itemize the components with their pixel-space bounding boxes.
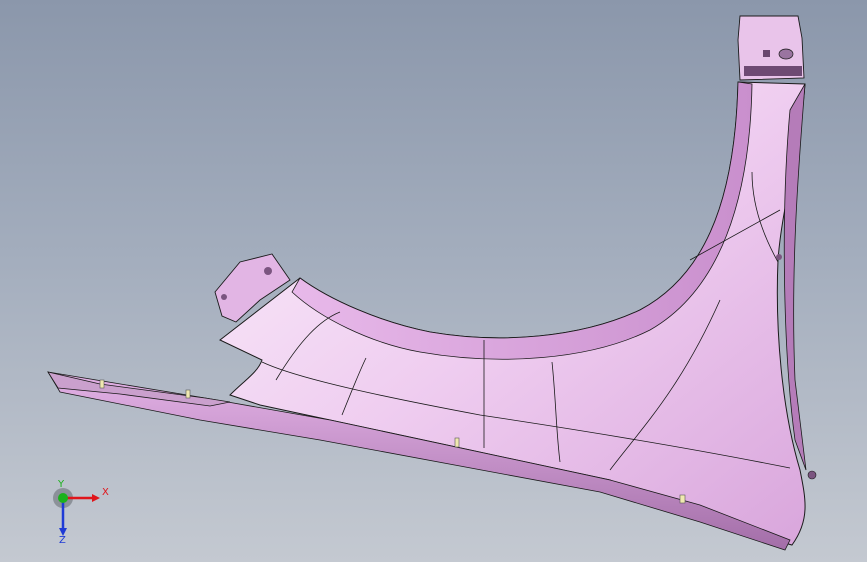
side-flange bbox=[783, 83, 807, 471]
top-mount-screw bbox=[763, 50, 770, 57]
left-mount-hole-2 bbox=[221, 294, 227, 300]
flange-clip bbox=[776, 254, 782, 260]
y-axis-dot bbox=[58, 493, 68, 503]
cad-viewport[interactable]: X Y Z bbox=[0, 0, 867, 562]
left-mount-hole bbox=[264, 267, 272, 275]
x-axis-arrow bbox=[92, 494, 100, 502]
fender-model[interactable] bbox=[0, 0, 867, 562]
axis-triad: X Y Z bbox=[40, 476, 120, 556]
top-mount-hole bbox=[778, 48, 794, 60]
x-axis-label: X bbox=[102, 487, 109, 498]
flange-tab-hole bbox=[807, 470, 817, 480]
z-axis-label: Z bbox=[59, 535, 66, 546]
top-mount-slot bbox=[744, 66, 802, 76]
y-axis-label: Y bbox=[58, 479, 65, 490]
